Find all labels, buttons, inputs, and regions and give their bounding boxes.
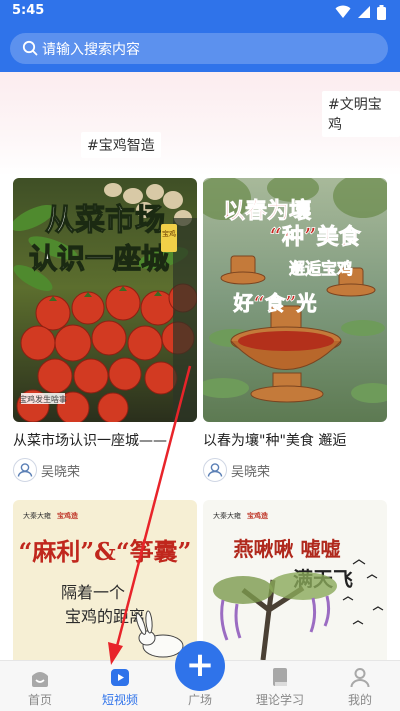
tab-shortvideo-label: 短视频: [101, 693, 138, 707]
video-card[interactable]: 以春为壤 “种”美食 邂逅宝鸡 好“食”光 以春为壤"种"美食 邂逅 吴晓荣: [203, 178, 387, 488]
status-time: 5:45: [12, 3, 45, 18]
home-icon: [32, 672, 48, 687]
poster-title-line2: 认识一座城: [29, 242, 169, 275]
author-name: 吴晓荣: [231, 465, 271, 480]
app-header: 5:45 请输入搜索内容: [0, 0, 400, 72]
swallow-poster: 大秦大雍 宝鸡造 燕啾啾 嘘嘘 满天飞: [203, 500, 387, 660]
poster-badge: [161, 224, 177, 252]
poster-brand: 大秦大雍: [213, 511, 241, 520]
video-icon: [111, 669, 129, 686]
poster-footer-text: 宝鸡发生啥事: [19, 394, 67, 404]
search-bar[interactable]: 请输入搜索内容: [10, 33, 388, 64]
poster-title-line1: 从菜市场: [45, 203, 165, 238]
video-card[interactable]: 大秦大雍 宝鸡造 燕啾啾 嘘嘘 满天飞: [203, 500, 387, 660]
plus-icon[interactable]: +: [175, 641, 225, 691]
video-card-title[interactable]: 从菜市场认识一座城——: [13, 430, 197, 450]
tab-study[interactable]: 理论学习: [240, 661, 320, 711]
hotpot-poster: 以春为壤 “种”美食 邂逅宝鸡 好“食”光: [203, 178, 387, 422]
poster-badge-text: 宝鸡: [162, 229, 176, 238]
wifi-icon: [335, 5, 351, 18]
poster-brand-seal: 宝鸡造: [57, 511, 79, 520]
video-card[interactable]: 宝鸡发生啥事 从菜市场 认识一座城 宝鸡 从菜市场认识一座城—— 吴晓荣: [13, 178, 197, 488]
topic-tag-baoji-zhizao[interactable]: #宝鸡智造: [81, 132, 161, 158]
tab-home-label: 首页: [27, 693, 52, 707]
status-bar: 5:45: [0, 0, 400, 24]
status-icons: [335, 4, 386, 20]
video-thumbnail[interactable]: 宝鸡发生啥事 从菜市场 认识一座城 宝鸡: [13, 178, 197, 422]
video-thumbnail[interactable]: 大秦大雍 宝鸡造 燕啾啾 嘘嘘 满天飞: [203, 500, 387, 660]
vegetable-market-poster: 宝鸡发生啥事 从菜市场 认识一座城 宝鸡: [13, 178, 197, 422]
poster-brand-seal: 宝鸡造: [247, 511, 269, 520]
tab-shortvideo[interactable]: 短视频: [80, 661, 160, 711]
tab-plaza-label: 广场: [187, 693, 212, 707]
video-thumbnail[interactable]: 大秦大雍 宝鸡造 “麻利”&“筝囊” 隔着一个 宝鸡的距离: [13, 500, 197, 660]
signal-icon: [358, 6, 370, 18]
poster-line3: 宝鸡的距离: [65, 607, 145, 626]
poster-brand: 大秦大雍: [23, 511, 51, 520]
user-icon: [350, 668, 370, 688]
battery-icon: [377, 4, 386, 20]
topic-tag-wenming-baoji[interactable]: #文明宝鸡: [322, 91, 400, 137]
poster-line1: “麻利”&“筝囊”: [19, 537, 192, 566]
poster-line1: 燕啾啾 嘘嘘: [234, 537, 341, 561]
search-placeholder: 请输入搜索内容: [42, 42, 140, 58]
book-icon: [273, 668, 287, 686]
poster-title-line2: “种”美食: [269, 224, 361, 250]
avatar-icon: [13, 458, 37, 482]
video-card-title[interactable]: 以春为壤"种"美食 邂逅: [203, 430, 387, 450]
mali-poster: 大秦大雍 宝鸡造 “麻利”&“筝囊” 隔着一个 宝鸡的距离: [13, 500, 197, 660]
author-row: 吴晓荣: [13, 458, 197, 482]
search-icon: [22, 40, 38, 56]
avatar-icon: [203, 458, 227, 482]
video-thumbnail[interactable]: 以春为壤 “种”美食 邂逅宝鸡 好“食”光: [203, 178, 387, 422]
tab-mine-label: 我的: [347, 693, 372, 707]
tab-mine[interactable]: 我的: [320, 661, 400, 711]
tab-home[interactable]: 首页: [0, 661, 80, 711]
tab-study-label: 理论学习: [255, 693, 304, 707]
author-name: 吴晓荣: [41, 465, 81, 480]
poster-title-line4: 好“食”光: [232, 291, 316, 315]
poster-title-line1: 以春为壤: [223, 198, 312, 224]
video-card[interactable]: 大秦大雍 宝鸡造 “麻利”&“筝囊” 隔着一个 宝鸡的距离: [13, 500, 197, 660]
poster-line2: 隔着一个: [61, 583, 125, 602]
author-row: 吴晓荣: [203, 458, 387, 482]
poster-title-line3: 邂逅宝鸡: [289, 259, 353, 278]
